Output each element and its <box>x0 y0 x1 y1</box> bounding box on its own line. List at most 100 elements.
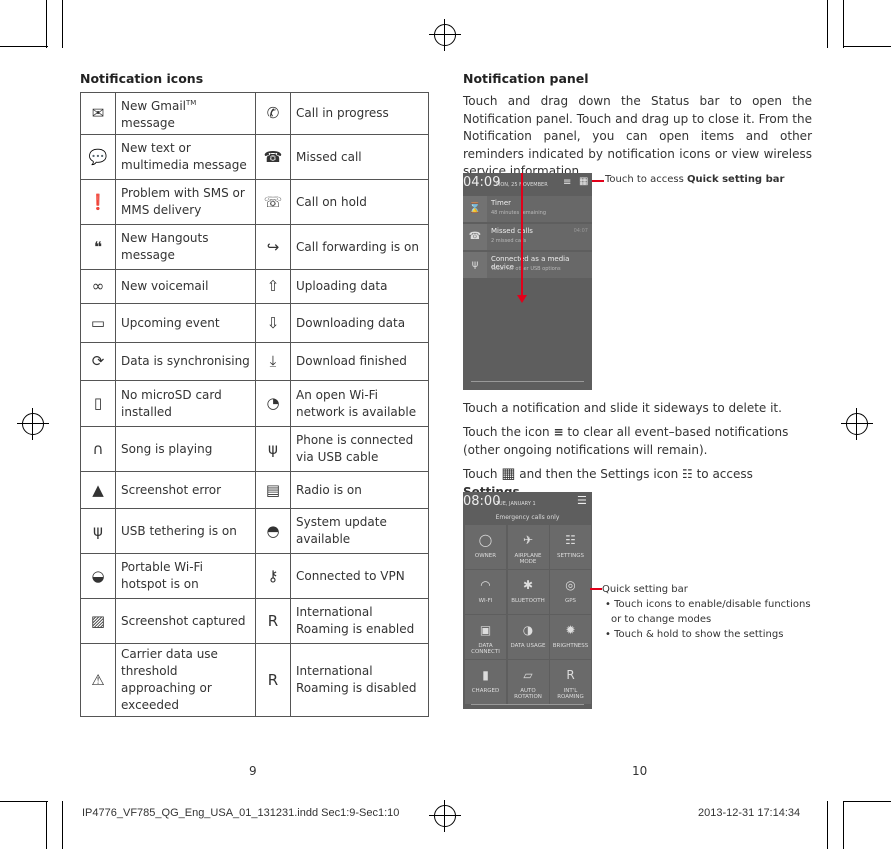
callout-quick-setting-bar: Quick setting bar • Touch icons to enabl… <box>602 582 812 642</box>
callout-bullet: • Touch icons to enable/disable function… <box>605 599 811 625</box>
radio-icon: ▤ <box>255 471 291 509</box>
tile-icon: ▣ <box>479 623 492 637</box>
drag-arrow <box>521 173 523 299</box>
tile-icon: ◑ <box>522 623 534 637</box>
icon-description: Downloading data <box>290 303 429 343</box>
table-row: ▨ Screenshot captured R International Roami… <box>80 598 429 644</box>
screenshot-icon: ▨ <box>80 598 116 644</box>
icon-description: Portable Wi-Fi hotspot is on <box>115 553 256 599</box>
icon-description: An open Wi-Fi network is available <box>290 380 429 427</box>
roaming-icon: R <box>255 598 291 644</box>
quick-setting-tile: ▮ CHARGED <box>465 660 506 704</box>
quick-setting-tile: ✹ BRIGHTNESS <box>550 615 591 659</box>
tile-label: GPS <box>564 598 577 604</box>
quick-setting-tile: ☷ SETTINGS <box>550 525 591 569</box>
hotspot-icon: ◒ <box>80 553 116 599</box>
tile-label: INT'L ROAMING <box>557 688 584 700</box>
table-row: ⟳ Data is synchronising ⤓ Download finished <box>80 342 429 381</box>
android-icon: ◓ <box>255 508 291 554</box>
clock: 08:00 <box>463 494 501 509</box>
icon-description: Call on hold <box>290 179 429 225</box>
calendar-icon: ▭ <box>80 303 116 343</box>
icon-description: System update available <box>290 508 429 554</box>
footer-datetime: 2013-12-31 17:14:34 <box>698 807 801 819</box>
callout-bullet: • Touch & hold to show the settings <box>605 629 784 640</box>
icon-description: New voicemail <box>115 269 256 304</box>
callout-quick-setting: Touch to access Quick setting bar <box>605 174 785 185</box>
call-forward-icon: ↪ <box>255 224 291 270</box>
section-title: Notification panel <box>463 71 589 86</box>
icon-description: Screenshot captured <box>115 598 256 644</box>
quick-settings-icon: ▦ <box>579 176 589 187</box>
icon-description: New text or multimedia message <box>115 134 256 180</box>
icon-description: Call forwarding is on <box>290 224 429 270</box>
tile-label: OWNER <box>474 553 497 559</box>
paragraph-clear: Touch the icon ≡ to clear all event–base… <box>463 425 789 457</box>
sms-icon: 💬 <box>80 134 116 180</box>
usb-icon: ψ <box>255 426 291 472</box>
quick-setting-tile: ▱ AUTO ROTATION <box>507 660 549 704</box>
notification-item: ⌛ Timer 48 minutes remaining <box>463 196 592 222</box>
call-icon: ✆ <box>255 92 291 135</box>
callout-title: Quick setting bar <box>602 584 688 595</box>
quick-setting-tile: ◠ WI-FI <box>465 570 506 614</box>
tile-label: WI-FI <box>478 598 493 604</box>
quick-setting-tile: ▣ DATA CONNECTI <box>465 615 506 659</box>
table-row: ▯ No microSD card installed ◔ An open Wi-Fi… <box>80 380 429 427</box>
vpn-key-icon: ⚷ <box>255 553 291 599</box>
footer-file: IP4776_VF785_QG_Eng_USA_01_131231.indd S… <box>82 807 400 819</box>
crop-mark <box>827 0 828 48</box>
notification-item: ψ Connected as a media device Touch for ot… <box>463 252 592 278</box>
download-icon: ⇩ <box>255 303 291 343</box>
page-number: 10 <box>632 764 648 778</box>
quick-settings-screenshot: 08:00 TUE, JANUARY 1 ☰ Emergency calls o… <box>463 492 592 709</box>
icon-description: New Hangouts message <box>115 224 256 270</box>
quick-settings-icon: ▦ <box>501 464 516 482</box>
tile-label: CHARGED <box>471 688 500 694</box>
icon-description: Radio is on <box>290 471 429 509</box>
tile-icon: ◠ <box>480 578 491 592</box>
tile-icon: R <box>566 668 575 682</box>
intro-paragraph: Touch and drag down the Status bar to op… <box>463 94 812 178</box>
tile-icon: ☷ <box>565 533 576 547</box>
hangouts-icon: ❝ <box>80 224 116 270</box>
no-sd-icon: ▯ <box>80 380 116 427</box>
table-row: ✉ New GmailTM message ✆ Call in progress <box>80 92 429 135</box>
list-icon: ☰ <box>577 494 587 507</box>
clear-all-icon: ≡ <box>563 177 572 188</box>
quick-setting-tile: ◎ GPS <box>550 570 591 614</box>
table-row: ❝ New Hangouts message ↪ Call forwarding is… <box>80 224 429 270</box>
tile-label: BLUETOOTH <box>511 598 545 604</box>
settings-sliders-icon: ☷ <box>682 467 693 481</box>
sms-problem-icon: ❗ <box>80 179 116 225</box>
icon-description: International Roaming is enabled <box>290 598 429 644</box>
quick-setting-tile: ◯ OWNER <box>465 525 506 569</box>
notification-icons-table: ✉ New GmailTM message ✆ Call in progress 💬 Ne… <box>80 92 429 717</box>
tile-label: BRIGHTNESS <box>552 643 589 649</box>
table-row: ⚠ Carrier data use threshold approaching … <box>80 643 429 717</box>
table-row: ❗ Problem with SMS or MMS delivery ☏ Call o… <box>80 179 429 225</box>
icon-description: Missed call <box>290 134 429 180</box>
crop-mark <box>0 801 48 802</box>
date: TUE, JANUARY 1 <box>496 501 536 507</box>
tile-label: SETTINGS <box>556 553 585 559</box>
registration-mark-icon <box>17 408 49 440</box>
tile-icon: ✈ <box>522 533 534 547</box>
tile-icon: ✹ <box>565 623 576 637</box>
table-row: ▭ Upcoming event ⇩ Downloading data <box>80 303 429 343</box>
crop-mark <box>46 0 47 48</box>
drag-handle <box>471 704 584 705</box>
missed-call-icon: ☎ <box>463 224 487 250</box>
tile-icon: ◎ <box>565 578 576 592</box>
missed-call-icon: ☎ <box>255 134 291 180</box>
clock: 04:09 <box>463 175 501 190</box>
tile-label: DATA USAGE <box>510 643 546 649</box>
tile-icon: ▱ <box>523 668 533 682</box>
icon-description: Upcoming event <box>115 303 256 343</box>
status-text: Emergency calls only <box>495 514 560 521</box>
quick-setting-tile: ✈ AIRPLANE MODE <box>507 525 549 569</box>
icon-description: Call in progress <box>290 92 429 135</box>
crop-mark <box>843 801 891 802</box>
paragraph-delete: Touch a notification and slide it sidewa… <box>463 401 782 415</box>
crop-mark <box>0 46 48 47</box>
